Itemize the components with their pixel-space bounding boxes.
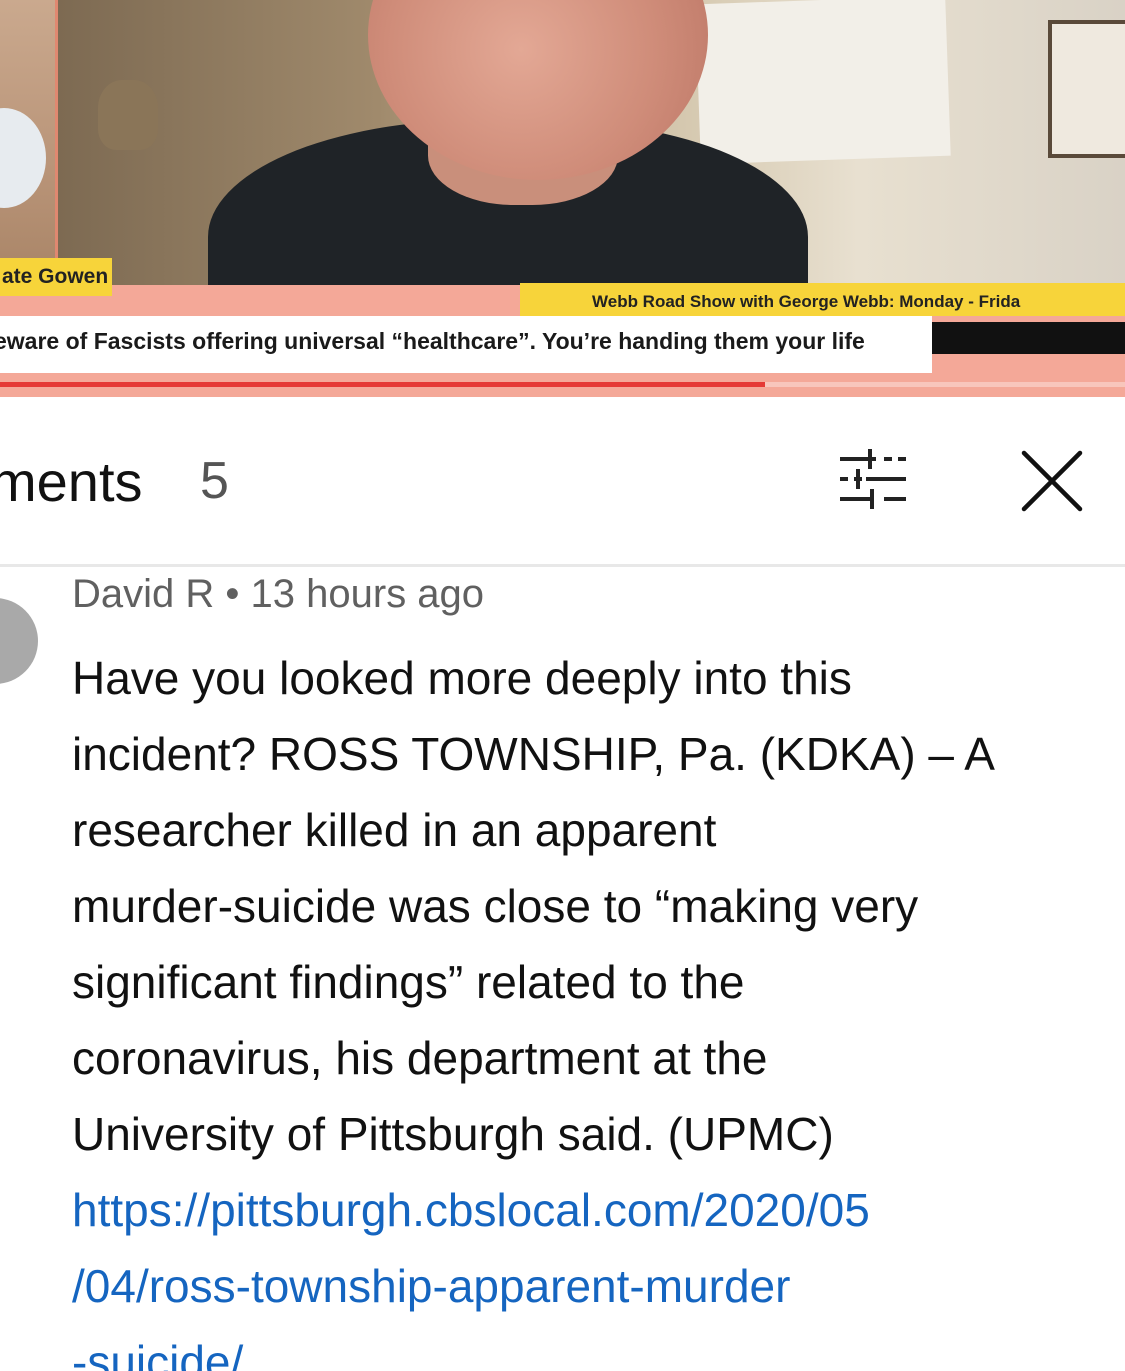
comment-text-line: coronavirus, his department at the	[72, 1032, 768, 1084]
close-icon[interactable]	[1018, 447, 1086, 515]
video-progress-bar[interactable]	[0, 382, 1125, 387]
headline-ticker: eware of Fascists offering universal “he…	[0, 316, 932, 373]
comment-link-line[interactable]: https://pittsburgh.cbslocal.com/2020/05	[72, 1172, 1107, 1248]
video-player[interactable]: ate Gowen Webb Road Show with George Web…	[0, 0, 1125, 397]
video-progress-fill	[0, 382, 765, 387]
ticker-dark-band	[932, 322, 1125, 354]
background-mug-rack	[1048, 20, 1125, 158]
comment-text-line: Have you looked more deeply into this	[72, 652, 852, 704]
guest-image	[0, 108, 46, 208]
screen: ate Gowen Webb Road Show with George Web…	[0, 0, 1125, 1371]
filter-sliders-icon[interactable]	[836, 445, 912, 513]
comment-time: 13 hours ago	[250, 572, 485, 616]
avatar[interactable]	[0, 598, 38, 684]
meta-separator: •	[225, 572, 240, 616]
comment-text-line: significant findings” related to the	[72, 956, 745, 1008]
show-ticker: Webb Road Show with George Webb: Monday …	[520, 283, 1125, 316]
comments-title: ments	[0, 450, 143, 513]
comment-link-line[interactable]: -suicide/	[72, 1324, 1107, 1371]
background-paper-sign	[695, 0, 951, 165]
comment-text-line: murder-suicide was close to “making very	[72, 880, 919, 932]
comment-text-line: researcher killed in an apparent	[72, 804, 717, 856]
comment-body: Have you looked more deeply into this in…	[72, 640, 1107, 1371]
comments-count: 5	[200, 452, 229, 510]
background-vase	[98, 80, 158, 150]
comment-text-line: University of Pittsburgh said. (UPMC)	[72, 1108, 834, 1160]
comment-text-line: incident? ROSS TOWNSHIP, Pa. (KDKA) – A	[72, 728, 995, 780]
comments-header: ments 5	[0, 397, 1125, 567]
guest-camera-feed	[0, 0, 58, 285]
host-camera-feed	[58, 0, 1125, 285]
comment-author[interactable]: David R	[72, 572, 214, 616]
comment-meta: David R • 13 hours ago	[72, 572, 484, 617]
comment-link-line[interactable]: /04/ross-township-apparent-murder	[72, 1248, 1107, 1324]
speaker-name-tag: ate Gowen	[0, 258, 112, 296]
